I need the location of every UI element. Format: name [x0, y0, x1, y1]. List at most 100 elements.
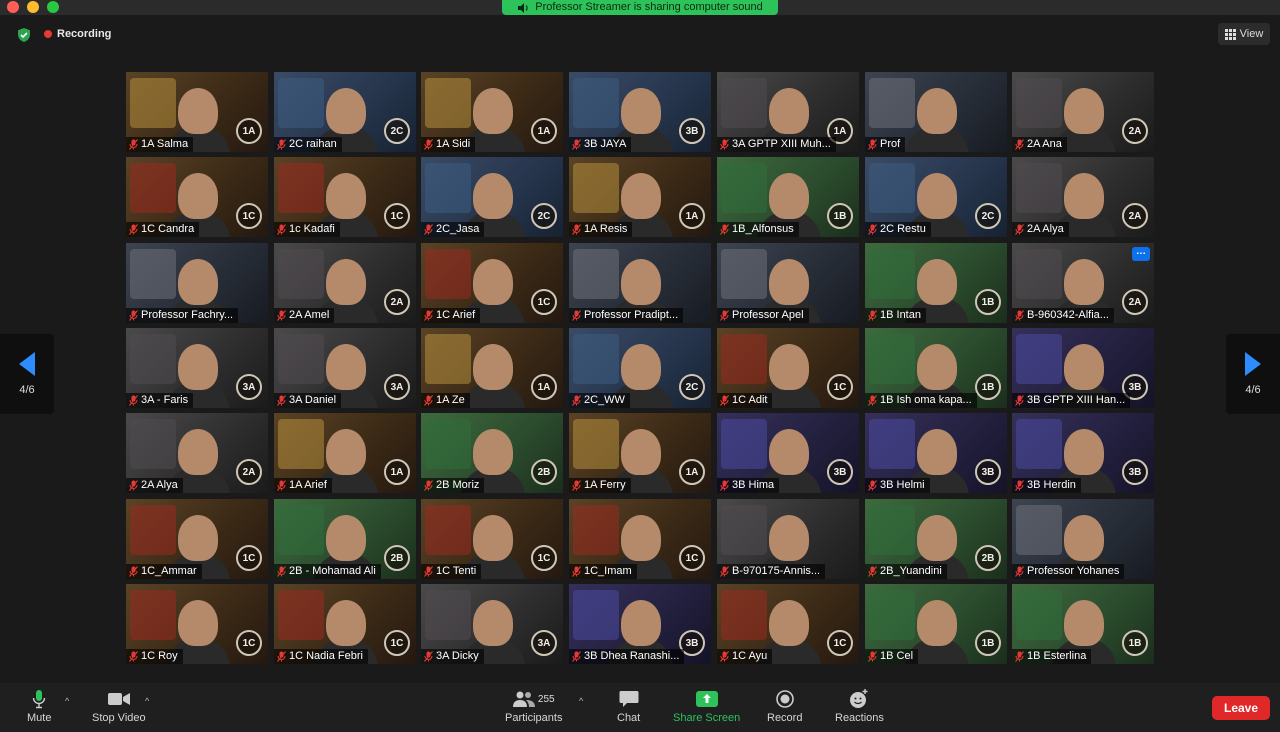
next-page-button[interactable]: 4/6: [1226, 334, 1280, 414]
participant-video-face: [1064, 259, 1104, 305]
sharing-sound-banner[interactable]: Professor Streamer is sharing computer s…: [502, 0, 778, 15]
view-button[interactable]: View: [1218, 23, 1270, 45]
participant-tile[interactable]: 1A 1A Arief: [274, 413, 416, 493]
muted-microphone-icon: [424, 566, 433, 577]
participant-video-face: [621, 429, 661, 475]
record-button[interactable]: Record: [767, 689, 802, 724]
participant-tile[interactable]: 1B 1B_Alfonsus: [717, 157, 859, 237]
maximize-window-button[interactable]: [47, 1, 59, 13]
participant-name: 1C_Ammar: [141, 565, 197, 577]
muted-microphone-icon: [572, 651, 581, 662]
participants-button[interactable]: 255 Participants: [505, 689, 562, 724]
participant-name: 1A Sidi: [436, 138, 471, 150]
house-crest-background: [869, 334, 915, 384]
participants-options-caret-icon[interactable]: ^: [579, 696, 583, 706]
participant-tile[interactable]: 2C 2C_Jasa: [421, 157, 563, 237]
share-screen-button[interactable]: Share Screen: [673, 689, 740, 724]
participant-tile[interactable]: 3A 3A Daniel: [274, 328, 416, 408]
participant-tile[interactable]: 2A 2A Amel: [274, 243, 416, 323]
participant-tile[interactable]: 2C 2C raihan: [274, 72, 416, 152]
microphone-icon: [33, 690, 46, 709]
participant-tile[interactable]: 3B 3B Dhea Ranashi...: [569, 584, 711, 664]
participant-name: 3B Hima: [732, 479, 775, 491]
participant-tile[interactable]: 1B 1B Intan: [865, 243, 1007, 323]
participant-tile[interactable]: 2A 2A Ana: [1012, 72, 1154, 152]
participant-tile[interactable]: 1B 1B Ish oma kapa...: [865, 328, 1007, 408]
participant-tile[interactable]: 1C 1C_Ammar: [126, 499, 268, 579]
class-badge: 1C: [236, 545, 262, 571]
participant-tile[interactable]: 2A 2A Alya: [126, 413, 268, 493]
previous-page-button[interactable]: 4/6: [0, 334, 54, 414]
participant-tile[interactable]: 1B 1B Cel: [865, 584, 1007, 664]
participant-nameplate: B-960342-Alfia...: [1012, 308, 1114, 323]
participant-tile[interactable]: 1C 1C Arief: [421, 243, 563, 323]
participant-nameplate: 3A GPTP XIII Muh...: [717, 137, 836, 152]
participant-tile[interactable]: 1A 1A Ferry: [569, 413, 711, 493]
mute-button[interactable]: Mute: [27, 689, 51, 724]
participant-tile[interactable]: 2A … B-960342-Alfia...: [1012, 243, 1154, 323]
participant-tile[interactable]: 2A 2A Alya: [1012, 157, 1154, 237]
participant-tile[interactable]: Professor Pradipt...: [569, 243, 711, 323]
video-options-caret-icon[interactable]: ^: [145, 696, 149, 706]
chat-button[interactable]: Chat: [617, 689, 640, 724]
participant-tile[interactable]: 1A 1A Salma: [126, 72, 268, 152]
muted-microphone-icon: [277, 224, 286, 235]
participant-tile[interactable]: 1C 1c Kadafi: [274, 157, 416, 237]
participant-tile[interactable]: 3B 3B Helmi: [865, 413, 1007, 493]
security-shield-icon[interactable]: [16, 27, 32, 43]
more-options-icon[interactable]: …: [1132, 247, 1150, 261]
participant-tile[interactable]: Professor Apel: [717, 243, 859, 323]
close-window-button[interactable]: [7, 1, 19, 13]
house-crest-background: [425, 78, 471, 128]
participant-tile[interactable]: 1C 1C Roy: [126, 584, 268, 664]
participant-tile[interactable]: 3B 3B Hima: [717, 413, 859, 493]
reactions-button[interactable]: Reactions: [835, 689, 884, 724]
participant-name: 2C Restu: [880, 223, 926, 235]
participant-tile[interactable]: 1A 1A Sidi: [421, 72, 563, 152]
stop-video-button[interactable]: Stop Video: [92, 689, 146, 724]
participant-video-face: [621, 173, 661, 219]
house-crest-background: [425, 419, 471, 469]
participant-tile[interactable]: 1C 1C Adit: [717, 328, 859, 408]
muted-microphone-icon: [572, 395, 581, 406]
participant-name: Professor Apel: [732, 309, 804, 321]
participant-tile[interactable]: 1A 3A GPTP XIII Muh...: [717, 72, 859, 152]
participant-tile[interactable]: Prof: [865, 72, 1007, 152]
muted-microphone-icon: [277, 310, 286, 321]
participant-tile[interactable]: 2B 2B Moriz: [421, 413, 563, 493]
participant-tile[interactable]: 1C 1C Ayu: [717, 584, 859, 664]
participant-tile[interactable]: 2B 2B - Mohamad Ali: [274, 499, 416, 579]
recording-indicator[interactable]: Recording: [44, 28, 111, 40]
house-crest-background: [278, 249, 324, 299]
participant-tile[interactable]: Professor Fachry...: [126, 243, 268, 323]
participant-tile[interactable]: 1C 1C Tenti: [421, 499, 563, 579]
participant-tile[interactable]: 3A 3A Dicky: [421, 584, 563, 664]
participant-tile[interactable]: 2B 2B_Yuandini: [865, 499, 1007, 579]
participant-name: 1A Arief: [289, 479, 327, 491]
house-crest-background: [425, 590, 471, 640]
participant-tile[interactable]: B-970175-Annis...: [717, 499, 859, 579]
page-indicator-right: 4/6: [1245, 384, 1261, 396]
house-crest-background: [278, 419, 324, 469]
participant-tile[interactable]: 1A 1A Resis: [569, 157, 711, 237]
participant-tile[interactable]: 1C 1C Candra: [126, 157, 268, 237]
participant-tile[interactable]: 1B 1B Esterlina: [1012, 584, 1154, 664]
participant-tile[interactable]: 3B 3B GPTP XIII Han...: [1012, 328, 1154, 408]
participant-tile[interactable]: 3A 3A - Faris: [126, 328, 268, 408]
minimize-window-button[interactable]: [27, 1, 39, 13]
participant-tile[interactable]: 1A 1A Ze: [421, 328, 563, 408]
participant-tile[interactable]: 3B 3B Herdin: [1012, 413, 1154, 493]
leave-meeting-button[interactable]: Leave: [1212, 696, 1270, 720]
participant-tile[interactable]: 1C 1C Nadia Febri: [274, 584, 416, 664]
house-crest-background: [278, 505, 324, 555]
participant-nameplate: 2B - Mohamad Ali: [274, 564, 381, 579]
house-crest-background: [425, 505, 471, 555]
mute-options-caret-icon[interactable]: ^: [65, 696, 69, 706]
participant-tile[interactable]: Professor Yohanes: [1012, 499, 1154, 579]
participant-nameplate: 2A Ana: [1012, 137, 1067, 152]
participant-tile[interactable]: 2C 2C Restu: [865, 157, 1007, 237]
participant-tile[interactable]: 2C 2C_WW: [569, 328, 711, 408]
participant-tile[interactable]: 3B 3B JAYA: [569, 72, 711, 152]
participant-nameplate: 1A Ferry: [569, 478, 631, 493]
participant-tile[interactable]: 1C 1C_Imam: [569, 499, 711, 579]
